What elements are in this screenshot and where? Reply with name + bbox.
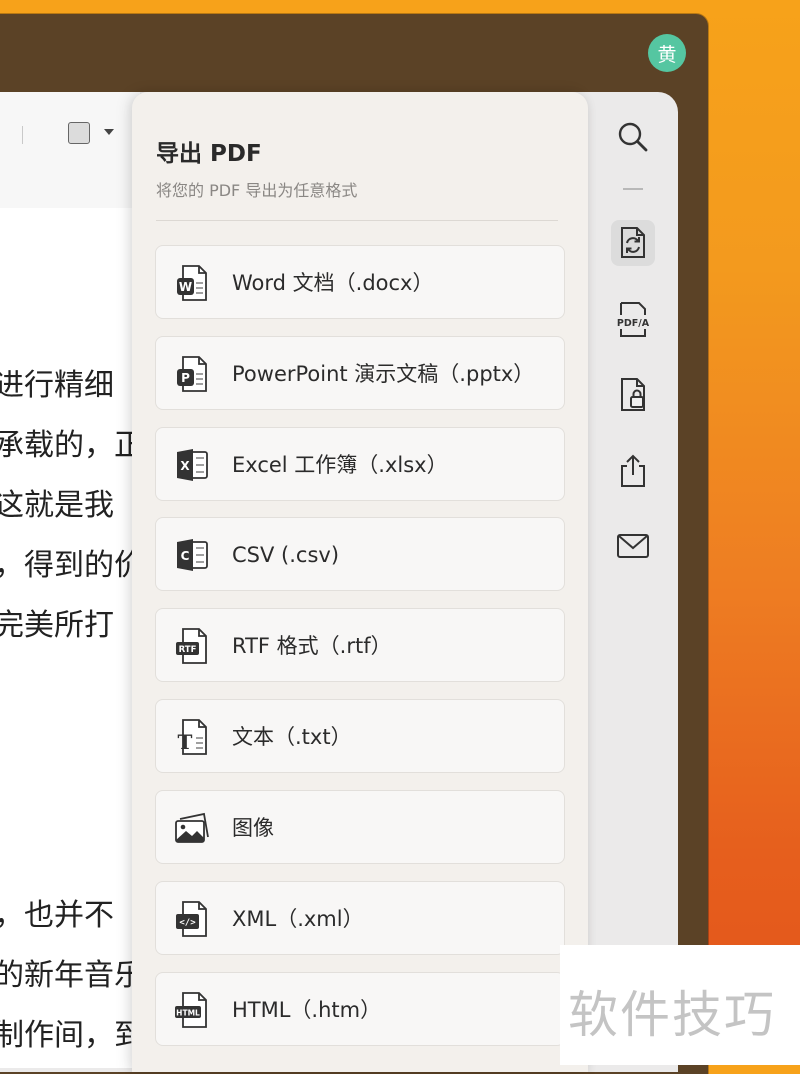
svg-text:X: X [180, 459, 190, 473]
svg-text:P: P [181, 371, 190, 385]
mail-icon[interactable] [614, 527, 652, 565]
word-file-icon: W [174, 264, 212, 302]
export-option-rtf[interactable]: RTF RTF 格式（.rtf） [155, 608, 565, 682]
export-option-csv[interactable]: C CSV (.csv) [155, 517, 565, 591]
export-option-label: XML（.xml） [232, 907, 364, 931]
image-icon [174, 809, 212, 847]
toolbar [0, 92, 140, 208]
export-option-label: HTML（.htm） [232, 998, 382, 1022]
svg-text:HTML: HTML [176, 1009, 200, 1018]
export-option-excel[interactable]: X Excel 工作簿（.xlsx） [155, 427, 565, 501]
convert-icon[interactable] [614, 224, 652, 262]
pdfa-icon[interactable]: PDF/A [612, 300, 654, 340]
svg-text:T: T [178, 730, 193, 754]
document-text-line: 的新年音乐 [0, 958, 140, 993]
share-icon[interactable] [614, 452, 652, 490]
panel-subtitle: 将您的 PDF 导出为任意格式 [156, 181, 358, 200]
svg-text:C: C [181, 549, 190, 563]
export-option-word[interactable]: W Word 文档（.docx） [155, 245, 565, 319]
html-file-icon: HTML [174, 991, 212, 1029]
export-option-html[interactable]: HTML HTML（.htm） [155, 972, 565, 1046]
document-text-line: ，也并不 [0, 898, 114, 933]
user-avatar[interactable]: 黄 [648, 34, 686, 72]
shape-tool-icon[interactable] [68, 122, 90, 144]
export-option-label: 文本（.txt） [232, 725, 352, 749]
panel-title: 导出 PDF [156, 141, 262, 167]
export-option-xml[interactable]: </> XML（.xml） [155, 881, 565, 955]
pdfa-label: PDF/A [617, 318, 650, 329]
export-option-label: PowerPoint 演示文稿（.pptx） [232, 362, 535, 386]
export-option-label: CSV (.csv) [232, 543, 340, 567]
toolbar-divider [22, 126, 23, 144]
rtf-file-icon: RTF [174, 627, 212, 665]
export-option-image[interactable]: 图像 [155, 790, 565, 864]
export-option-label: Word 文档（.docx） [232, 271, 434, 295]
svg-text:</>: </> [179, 918, 196, 928]
export-option-text[interactable]: T 文本（.txt） [155, 699, 565, 773]
document-text-line: ，得到的价 [0, 548, 140, 583]
document-text-line: 承载的，正 [0, 428, 140, 463]
lock-file-icon[interactable] [614, 376, 652, 414]
export-option-powerpoint[interactable]: P PowerPoint 演示文稿（.pptx） [155, 336, 565, 410]
svg-text:W: W [179, 280, 192, 294]
document-text-line: 制作间，到 [0, 1018, 140, 1053]
export-option-label: RTF 格式（.rtf） [232, 634, 392, 658]
csv-file-icon: C [174, 536, 212, 574]
excel-file-icon: X [174, 446, 212, 484]
export-option-label: Excel 工作簿（.xlsx） [232, 453, 448, 477]
document-page: 进行精细 承载的，正 这就是我 ，得到的价 完美所打 ，也并不 的新年音乐 制作… [0, 208, 140, 1068]
chevron-down-icon[interactable] [104, 129, 114, 135]
document-text-line: 这就是我 [0, 488, 114, 523]
document-text-line: 进行精细 [0, 368, 114, 403]
rail-divider [623, 188, 643, 190]
powerpoint-file-icon: P [174, 355, 212, 393]
panel-divider [156, 220, 558, 221]
svg-text:RTF: RTF [179, 645, 197, 655]
document-text-line: 完美所打 [0, 608, 114, 643]
search-icon[interactable] [614, 118, 652, 156]
xml-file-icon: </> [174, 900, 212, 938]
text-file-icon: T [174, 718, 212, 756]
export-option-label: 图像 [232, 816, 274, 840]
watermark-text: 软件技巧 [568, 986, 776, 1044]
